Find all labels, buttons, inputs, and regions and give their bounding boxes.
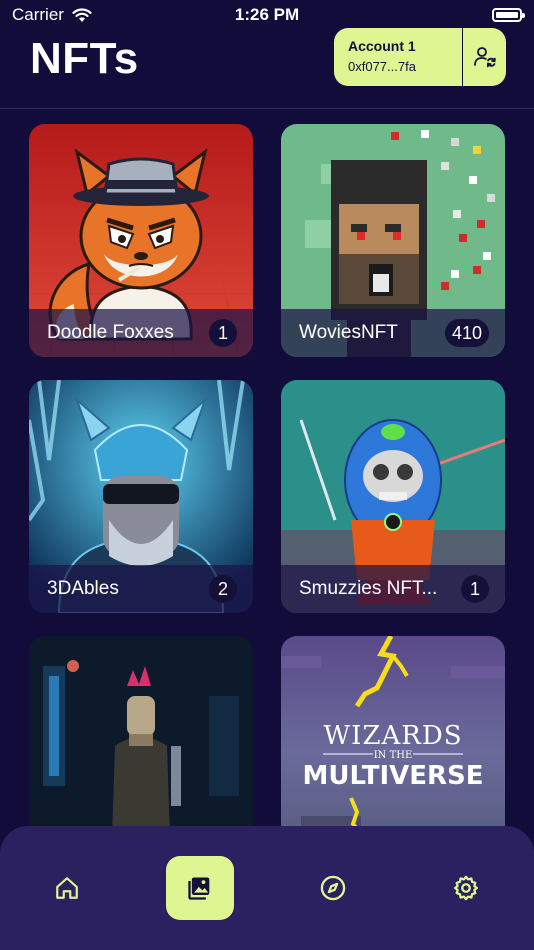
home-icon [56,877,78,899]
svg-text:IN THE: IN THE [374,750,413,761]
collection-card-doodle-foxxes[interactable]: Doodle Foxxes 1 [29,124,253,357]
card-footer: Smuzzies NFT... 1 [281,565,505,613]
compass-icon [320,875,346,901]
collection-card-smuzzies[interactable]: Smuzzies NFT... 1 [281,380,505,613]
svg-text:MULTIVERSE: MULTIVERSE [302,761,483,791]
collection-name: Doodle Foxxes [47,322,174,343]
nav-nfts[interactable] [166,856,234,920]
collection-count-badge: 410 [444,319,489,347]
card-footer: Doodle Foxxes 1 [29,309,253,357]
collection-count-badge: 1 [461,575,489,603]
nav-home[interactable] [33,856,101,920]
collections-grid: Doodle Foxxes 1 WoviesNFT 410 3DAbles 2 … [0,0,534,950]
collection-count-badge: 1 [209,319,237,347]
card-footer: 3DAbles 2 [29,565,253,613]
nav-settings[interactable] [432,856,500,920]
svg-text:WIZARDS: WIZARDS [323,721,462,751]
collection-card-woviesnft[interactable]: WoviesNFT 410 [281,124,505,357]
collection-name: Smuzzies NFT... [299,578,438,599]
collection-name: 3DAbles [47,578,119,599]
collection-count-badge: 2 [209,575,237,603]
bottom-navigation [0,826,534,950]
gear-icon [453,875,479,901]
collection-card-3dables[interactable]: 3DAbles 2 [29,380,253,613]
collection-name: WoviesNFT [299,322,398,343]
nav-explore[interactable] [299,856,367,920]
card-footer: WoviesNFT 410 [281,309,505,357]
gallery-icon [188,877,210,900]
